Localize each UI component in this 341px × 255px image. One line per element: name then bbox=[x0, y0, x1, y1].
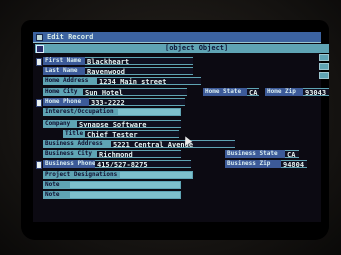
form-close-icon[interactable] bbox=[36, 45, 44, 53]
home-state-label: Home State bbox=[203, 88, 247, 96]
first-name-label: First Name bbox=[43, 57, 85, 65]
home-city-field[interactable]: Sun Hotel bbox=[83, 88, 187, 96]
business-city-field[interactable]: Richmond bbox=[97, 150, 181, 158]
resize-icon[interactable] bbox=[319, 72, 329, 79]
home-city-label: Home City bbox=[43, 88, 83, 96]
business-zip-label: Business Zip bbox=[225, 160, 281, 168]
note-field[interactable] bbox=[69, 181, 181, 189]
scroll-down-icon[interactable] bbox=[319, 63, 329, 70]
interest-occupation-field[interactable] bbox=[117, 108, 181, 116]
title-label: Title bbox=[63, 130, 85, 138]
business-address-label: Business Address bbox=[43, 140, 111, 148]
home-address-field[interactable]: 1234 Main street bbox=[97, 77, 201, 85]
field-marker-icon bbox=[36, 161, 42, 169]
note-label: Note bbox=[43, 191, 69, 199]
home-zip-field[interactable]: 93043 bbox=[303, 88, 329, 96]
business-phone-label: Business Phone bbox=[43, 160, 95, 168]
home-address-label: Home Address bbox=[43, 77, 97, 85]
interest-occupation-label: Interest/Occupation bbox=[43, 108, 117, 116]
note-label: Note bbox=[43, 181, 69, 189]
business-state-field[interactable]: CA bbox=[285, 150, 299, 158]
business-zip-field[interactable]: 94804 bbox=[281, 160, 307, 168]
field-marker-icon bbox=[36, 58, 42, 66]
first-name-field[interactable]: Blackheart bbox=[85, 57, 193, 65]
project-designations-field[interactable] bbox=[119, 171, 193, 179]
last-name-field[interactable]: Ravenwood bbox=[85, 67, 193, 75]
company-field[interactable]: Synapse Software bbox=[77, 120, 181, 128]
business-address-field[interactable]: 5221 Central Avenue bbox=[111, 140, 235, 148]
business-city-label: Business City bbox=[43, 150, 97, 158]
window-title-bar[interactable]: Edit Record bbox=[33, 32, 321, 43]
scroll-up-icon[interactable] bbox=[319, 54, 329, 61]
crt-screen: Edit Record [object Object] First Name B… bbox=[21, 20, 329, 240]
last-name-label: Last Name bbox=[43, 67, 85, 75]
note-field[interactable] bbox=[69, 191, 181, 199]
home-phone-label: Home Phone bbox=[43, 98, 89, 106]
home-zip-label: Home Zip bbox=[265, 88, 303, 96]
field-marker-icon bbox=[36, 99, 42, 107]
business-state-label: Business State bbox=[225, 150, 285, 158]
window-title: Edit Record bbox=[47, 33, 94, 41]
edit-record-window: Edit Record [object Object] First Name B… bbox=[33, 32, 329, 222]
title-field[interactable]: Chief Tester bbox=[85, 130, 179, 138]
company-label: Company bbox=[43, 120, 77, 128]
home-state-field[interactable]: CA bbox=[247, 88, 259, 96]
project-designations-label: Project Designations bbox=[43, 171, 119, 179]
business-phone-field[interactable]: 415/527-8275 bbox=[95, 160, 191, 168]
scroll-gadgets bbox=[319, 54, 329, 88]
form-header: [object Object] bbox=[35, 44, 329, 53]
monitor-bezel: Edit Record [object Object] First Name B… bbox=[0, 0, 341, 255]
window-close-icon[interactable] bbox=[36, 34, 43, 41]
home-phone-field[interactable]: 333-2222 bbox=[89, 98, 185, 106]
form-title: [object Object] bbox=[165, 44, 229, 52]
